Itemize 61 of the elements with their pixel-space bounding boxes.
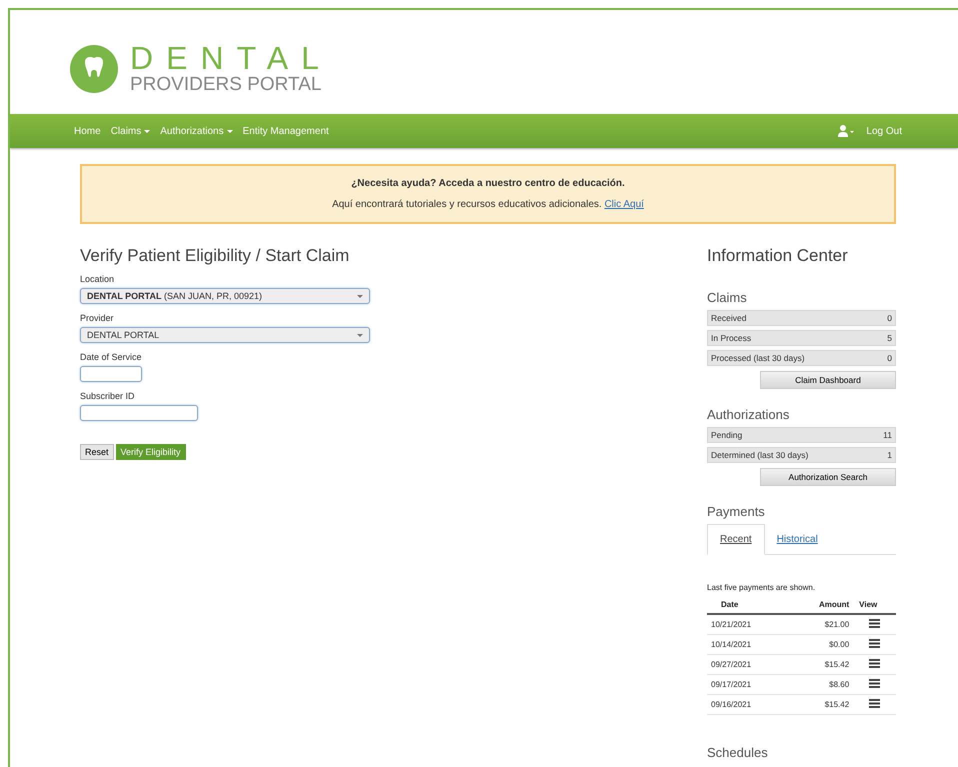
nav-link[interactable]: Home <box>74 126 101 136</box>
nav-link[interactable]: Claims <box>110 126 150 136</box>
table-cell: $21.00 <box>792 614 854 634</box>
tooth-logo-icon <box>70 45 118 93</box>
table-cell: $15.42 <box>792 654 854 674</box>
reset-button[interactable]: Reset <box>80 444 114 460</box>
stat-label: In Process <box>711 333 752 343</box>
panel-button[interactable]: Claim Dashboard <box>760 371 896 389</box>
dropdown-field[interactable]: DENTAL PORTAL <box>80 327 370 343</box>
section-title: Authorizations <box>707 407 790 422</box>
table-cell: $8.60 <box>792 674 854 694</box>
section-title: Schedules <box>707 745 769 760</box>
verify-button[interactable]: Verify Eligibility <box>116 444 186 460</box>
list-icon[interactable] <box>869 679 880 688</box>
logout-link[interactable]: Log Out <box>866 126 902 136</box>
nav-link[interactable]: Entity Management <box>242 126 329 136</box>
panel-button[interactable]: Authorization Search <box>760 468 896 486</box>
table-cell: 10/14/2021 <box>707 634 792 654</box>
list-icon[interactable] <box>869 659 880 668</box>
stat-label: Pending <box>711 430 742 440</box>
stat-count: 0 <box>887 313 892 323</box>
input-field[interactable] <box>80 405 198 421</box>
tab[interactable]: Recent <box>707 524 765 555</box>
tab[interactable]: Historical <box>764 524 830 554</box>
list-icon[interactable] <box>869 699 880 708</box>
table-cell: 09/16/2021 <box>707 694 792 714</box>
field-label: Subscriber ID <box>80 391 135 401</box>
list-icon[interactable] <box>869 639 880 648</box>
table-cell: 09/27/2021 <box>707 654 792 674</box>
column-header: View <box>853 598 896 614</box>
section-title: Claims <box>707 290 748 305</box>
input-field[interactable] <box>80 366 142 382</box>
logo-title: DENTAL <box>130 42 332 74</box>
field-label: Provider <box>80 313 114 323</box>
field-label: Location <box>80 274 114 284</box>
table-cell: $0.00 <box>792 634 854 654</box>
payments-note: Last five payments are shown. <box>707 583 816 592</box>
field-label: Date of Service <box>80 352 142 362</box>
stat-count: 1 <box>887 450 892 460</box>
list-icon[interactable] <box>869 619 880 628</box>
form-title: Verify Patient Eligibility / Start Claim <box>80 246 350 266</box>
table-cell: 10/21/2021 <box>707 614 792 634</box>
stat-label: Determined (last 30 days) <box>711 450 808 460</box>
column-header: Amount <box>792 598 854 614</box>
alert-text: Aquí encontrará tutoriales y recursos educativos adicionales. Clic Aquí <box>332 199 644 210</box>
panel-title: Information Center <box>707 246 849 266</box>
column-header: Date <box>707 598 792 614</box>
user-icon[interactable] <box>838 125 854 137</box>
stat-label: Received <box>711 313 746 323</box>
table-cell: $15.42 <box>792 694 854 714</box>
table-cell: 09/17/2021 <box>707 674 792 694</box>
section-title: Payments <box>707 504 766 519</box>
stat-label: Processed (last 30 days) <box>711 353 805 363</box>
dropdown-field[interactable]: DENTAL PORTAL (SAN JUAN, PR, 00921) <box>80 288 370 304</box>
stat-count: 5 <box>887 333 892 343</box>
alert-title: ¿Necesita ayuda? Acceda a nuestro centro de educación. <box>351 178 625 189</box>
nav-link[interactable]: Authorizations <box>160 126 233 136</box>
stat-count: 11 <box>883 430 892 440</box>
help-link[interactable]: Clic Aquí <box>604 199 644 210</box>
logo-subtitle: PROVIDERS PORTAL <box>130 74 322 96</box>
stat-count: 0 <box>887 353 892 363</box>
